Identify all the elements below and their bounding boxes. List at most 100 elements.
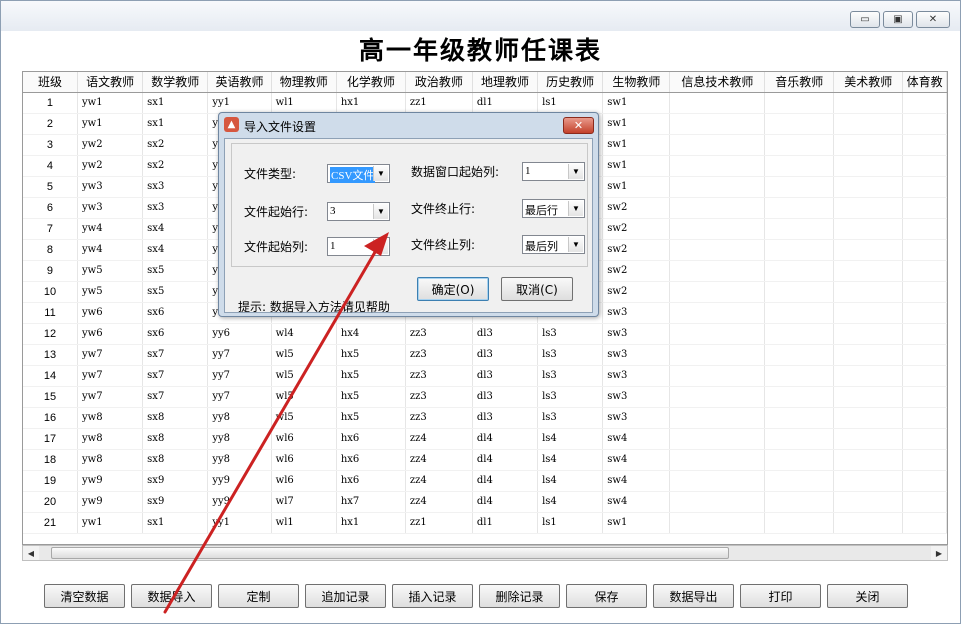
row-index-cell[interactable]: 16 bbox=[23, 407, 78, 429]
table-cell[interactable]: yw3 bbox=[77, 197, 144, 219]
table-cell[interactable]: sx1 bbox=[142, 92, 209, 114]
table-cell[interactable]: ls4 bbox=[537, 428, 604, 450]
table-cell[interactable]: yw8 bbox=[77, 449, 144, 471]
row-index-cell[interactable]: 14 bbox=[23, 365, 78, 387]
column-header[interactable]: 体育教 bbox=[902, 72, 947, 93]
table-cell[interactable] bbox=[833, 386, 904, 408]
table-cell[interactable] bbox=[902, 302, 947, 324]
table-cell[interactable] bbox=[669, 134, 766, 156]
table-cell[interactable] bbox=[669, 239, 766, 261]
table-cell[interactable]: sw3 bbox=[602, 365, 671, 387]
table-cell[interactable] bbox=[902, 92, 947, 114]
row-index-cell[interactable]: 2 bbox=[23, 113, 78, 135]
table-cell[interactable] bbox=[833, 155, 904, 177]
table-cell[interactable]: yw2 bbox=[77, 134, 144, 156]
maximize-button[interactable]: ▣ bbox=[883, 11, 913, 28]
table-cell[interactable]: yw7 bbox=[77, 365, 144, 387]
column-header[interactable]: 信息技术教师 bbox=[669, 72, 766, 93]
table-cell[interactable] bbox=[902, 260, 947, 282]
table-cell[interactable]: zz3 bbox=[405, 344, 473, 366]
table-cell[interactable]: ls4 bbox=[537, 470, 604, 492]
table-cell[interactable] bbox=[764, 407, 835, 429]
table-cell[interactable]: sw1 bbox=[602, 155, 671, 177]
row-index-cell[interactable]: 8 bbox=[23, 239, 78, 261]
table-cell[interactable]: yw9 bbox=[77, 491, 144, 513]
table-cell[interactable]: sx2 bbox=[142, 134, 209, 156]
table-cell[interactable] bbox=[833, 407, 904, 429]
table-cell[interactable] bbox=[669, 92, 766, 114]
table-cell[interactable]: zz4 bbox=[405, 428, 473, 450]
table-cell[interactable]: sw4 bbox=[602, 491, 671, 513]
bottom-button-7[interactable]: 数据导出 bbox=[653, 584, 734, 608]
table-cell[interactable] bbox=[902, 134, 947, 156]
table-cell[interactable] bbox=[669, 344, 766, 366]
table-cell[interactable]: sw1 bbox=[602, 176, 671, 198]
table-cell[interactable] bbox=[902, 491, 947, 513]
table-cell[interactable]: yw6 bbox=[77, 323, 144, 345]
table-cell[interactable] bbox=[764, 491, 835, 513]
table-cell[interactable]: sx7 bbox=[142, 365, 209, 387]
table-cell[interactable] bbox=[764, 92, 835, 114]
table-cell[interactable] bbox=[764, 134, 835, 156]
table-row[interactable]: 19 yw9 sx9 yy9 wl6 hx6 zz4 dl4 ls4 sw4 bbox=[23, 470, 947, 492]
table-row[interactable]: 1 yw1 sx1 yy1 wl1 hx1 zz1 dl1 ls1 sw1 bbox=[23, 92, 947, 114]
table-cell[interactable] bbox=[669, 428, 766, 450]
table-row[interactable]: 14 yw7 sx7 yy7 wl5 hx5 zz3 dl3 ls3 sw3 bbox=[23, 365, 947, 387]
end-row-select[interactable]: 最后行 ▼ bbox=[522, 199, 585, 218]
row-index-cell[interactable]: 9 bbox=[23, 260, 78, 282]
table-cell[interactable]: yw2 bbox=[77, 155, 144, 177]
table-cell[interactable]: zz1 bbox=[405, 512, 473, 534]
table-cell[interactable] bbox=[764, 260, 835, 282]
table-cell[interactable] bbox=[902, 218, 947, 240]
bottom-button-8[interactable]: 打印 bbox=[740, 584, 821, 608]
column-header[interactable]: 化学教师 bbox=[336, 72, 406, 93]
window-start-col-select[interactable]: 1 ▼ bbox=[522, 162, 585, 181]
table-cell[interactable] bbox=[669, 302, 766, 324]
table-cell[interactable]: yw8 bbox=[77, 407, 144, 429]
column-header[interactable]: 物理教师 bbox=[271, 72, 337, 93]
table-row[interactable]: 12 yw6 sx6 yy6 wl4 hx4 zz3 dl3 ls3 sw3 bbox=[23, 323, 947, 345]
row-index-cell[interactable]: 13 bbox=[23, 344, 78, 366]
table-cell[interactable]: sx5 bbox=[142, 281, 209, 303]
table-cell[interactable]: yy7 bbox=[207, 344, 272, 366]
table-cell[interactable]: zz1 bbox=[405, 92, 473, 114]
row-index-cell[interactable]: 1 bbox=[23, 92, 78, 114]
table-cell[interactable] bbox=[764, 155, 835, 177]
table-cell[interactable]: zz3 bbox=[405, 386, 473, 408]
table-cell[interactable]: hx5 bbox=[336, 386, 406, 408]
chevron-down-icon[interactable]: ▼ bbox=[373, 166, 388, 181]
table-cell[interactable] bbox=[833, 239, 904, 261]
table-cell[interactable] bbox=[669, 155, 766, 177]
table-cell[interactable] bbox=[902, 155, 947, 177]
table-cell[interactable]: sx6 bbox=[142, 302, 209, 324]
table-cell[interactable] bbox=[669, 260, 766, 282]
table-cell[interactable] bbox=[669, 491, 766, 513]
table-cell[interactable] bbox=[833, 470, 904, 492]
table-cell[interactable] bbox=[669, 365, 766, 387]
table-cell[interactable]: sx9 bbox=[142, 470, 209, 492]
table-cell[interactable] bbox=[902, 323, 947, 345]
table-cell[interactable]: sx6 bbox=[142, 323, 209, 345]
table-cell[interactable]: dl1 bbox=[472, 512, 539, 534]
table-cell[interactable]: sw3 bbox=[602, 407, 671, 429]
chevron-down-icon[interactable]: ▼ bbox=[568, 201, 583, 216]
table-cell[interactable] bbox=[902, 386, 947, 408]
table-cell[interactable]: sw1 bbox=[602, 512, 671, 534]
table-cell[interactable]: wl4 bbox=[271, 323, 337, 345]
row-index-cell[interactable]: 6 bbox=[23, 197, 78, 219]
table-cell[interactable]: wl6 bbox=[271, 428, 337, 450]
table-cell[interactable]: ls3 bbox=[537, 344, 604, 366]
table-cell[interactable]: ls1 bbox=[537, 512, 604, 534]
table-cell[interactable]: sw4 bbox=[602, 470, 671, 492]
table-cell[interactable]: sx3 bbox=[142, 197, 209, 219]
column-header[interactable]: 生物教师 bbox=[602, 72, 671, 93]
cancel-button[interactable]: 取消(C) bbox=[501, 277, 573, 301]
table-cell[interactable]: yy1 bbox=[207, 512, 272, 534]
table-cell[interactable]: hx1 bbox=[336, 92, 406, 114]
table-cell[interactable] bbox=[669, 386, 766, 408]
table-cell[interactable]: wl7 bbox=[271, 491, 337, 513]
table-cell[interactable]: wl5 bbox=[271, 386, 337, 408]
table-cell[interactable] bbox=[833, 428, 904, 450]
chevron-down-icon[interactable]: ▼ bbox=[568, 237, 583, 252]
table-cell[interactable] bbox=[669, 281, 766, 303]
